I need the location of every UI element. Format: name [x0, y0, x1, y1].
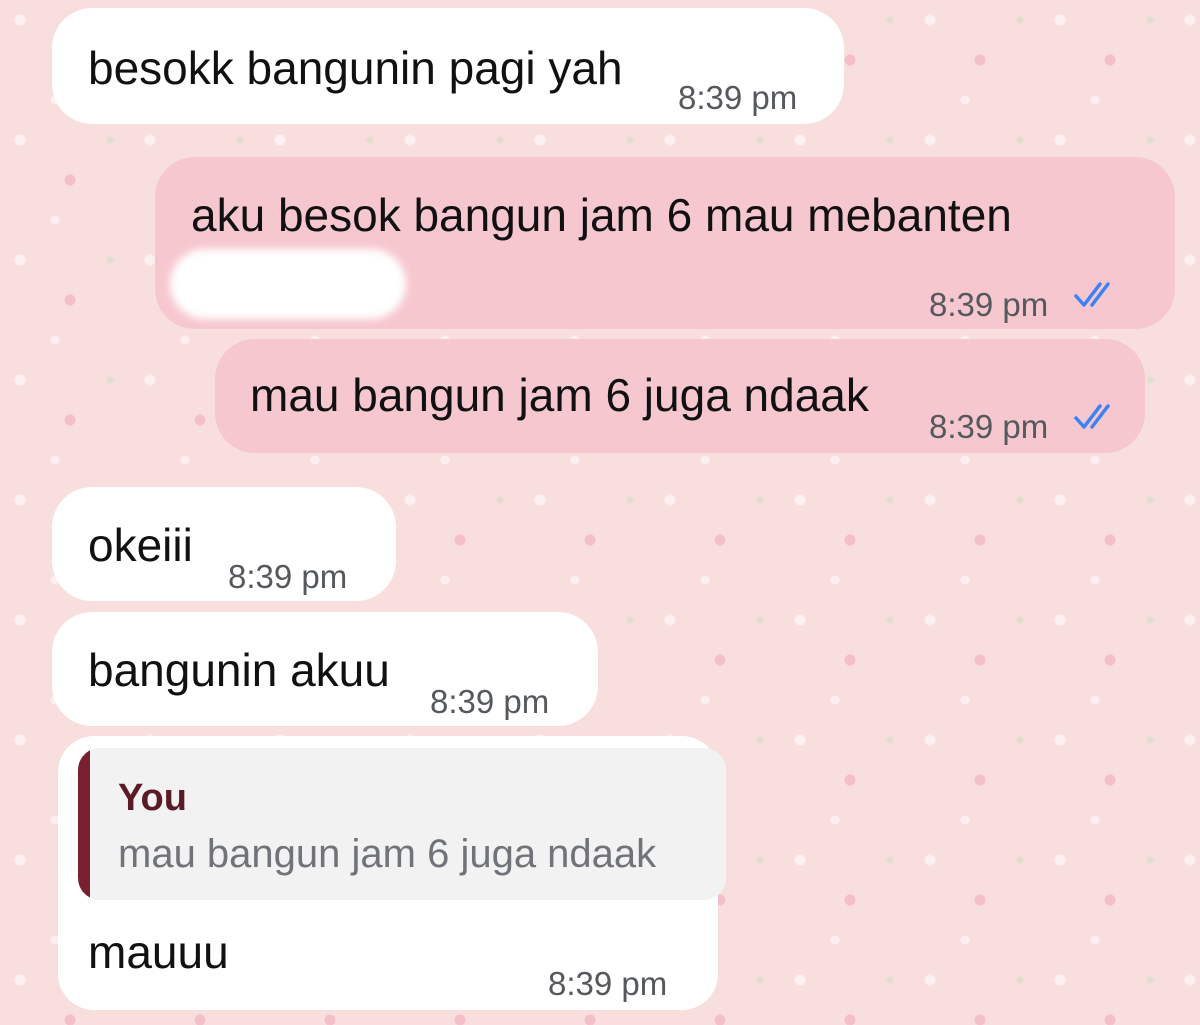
quote-text: mau bangun jam 6 juga ndaak: [118, 832, 657, 876]
message-text: besokk bangunin pagi yah: [88, 42, 623, 94]
message-bubble-incoming[interactable]: okeiii 8:39 pm: [52, 487, 396, 601]
quoted-message[interactable]: You mau bangun jam 6 juga ndaak: [78, 748, 726, 900]
message-timestamp: 8:39 pm: [430, 683, 550, 720]
quote-author: You: [118, 777, 187, 819]
message-timestamp: 8:39 pm: [228, 558, 348, 595]
message-text: mauuu: [88, 926, 229, 978]
redacted-blur: [170, 249, 406, 319]
message-text: bangunin akuu: [88, 644, 390, 696]
message-timestamp: 8:39 pm: [929, 286, 1049, 323]
message-text: mau bangun jam 6 juga ndaak: [250, 369, 869, 421]
double-check-icon: [1074, 404, 1110, 429]
message-timestamp: 8:39 pm: [548, 965, 668, 1002]
quote-accent-bar: [78, 748, 90, 900]
message-bubble-outgoing[interactable]: aku besok bangun jam 6 mau mebanten 8:39…: [155, 157, 1175, 329]
message-bubble-incoming[interactable]: bangunin akuu 8:39 pm: [52, 612, 598, 726]
message-timestamp: 8:39 pm: [929, 408, 1049, 445]
message-bubble-outgoing[interactable]: mau bangun jam 6 juga ndaak 8:39 pm: [215, 339, 1145, 453]
message-text: okeiii: [88, 519, 193, 571]
message-bubble-incoming[interactable]: besokk bangunin pagi yah 8:39 pm: [52, 8, 844, 124]
message-timestamp: 8:39 pm: [678, 79, 798, 116]
double-check-icon: [1074, 282, 1110, 307]
message-bubble-incoming-reply[interactable]: You mau bangun jam 6 juga ndaak mauuu 8:…: [58, 736, 726, 1010]
message-text: aku besok bangun jam 6 mau mebanten: [191, 189, 1012, 241]
